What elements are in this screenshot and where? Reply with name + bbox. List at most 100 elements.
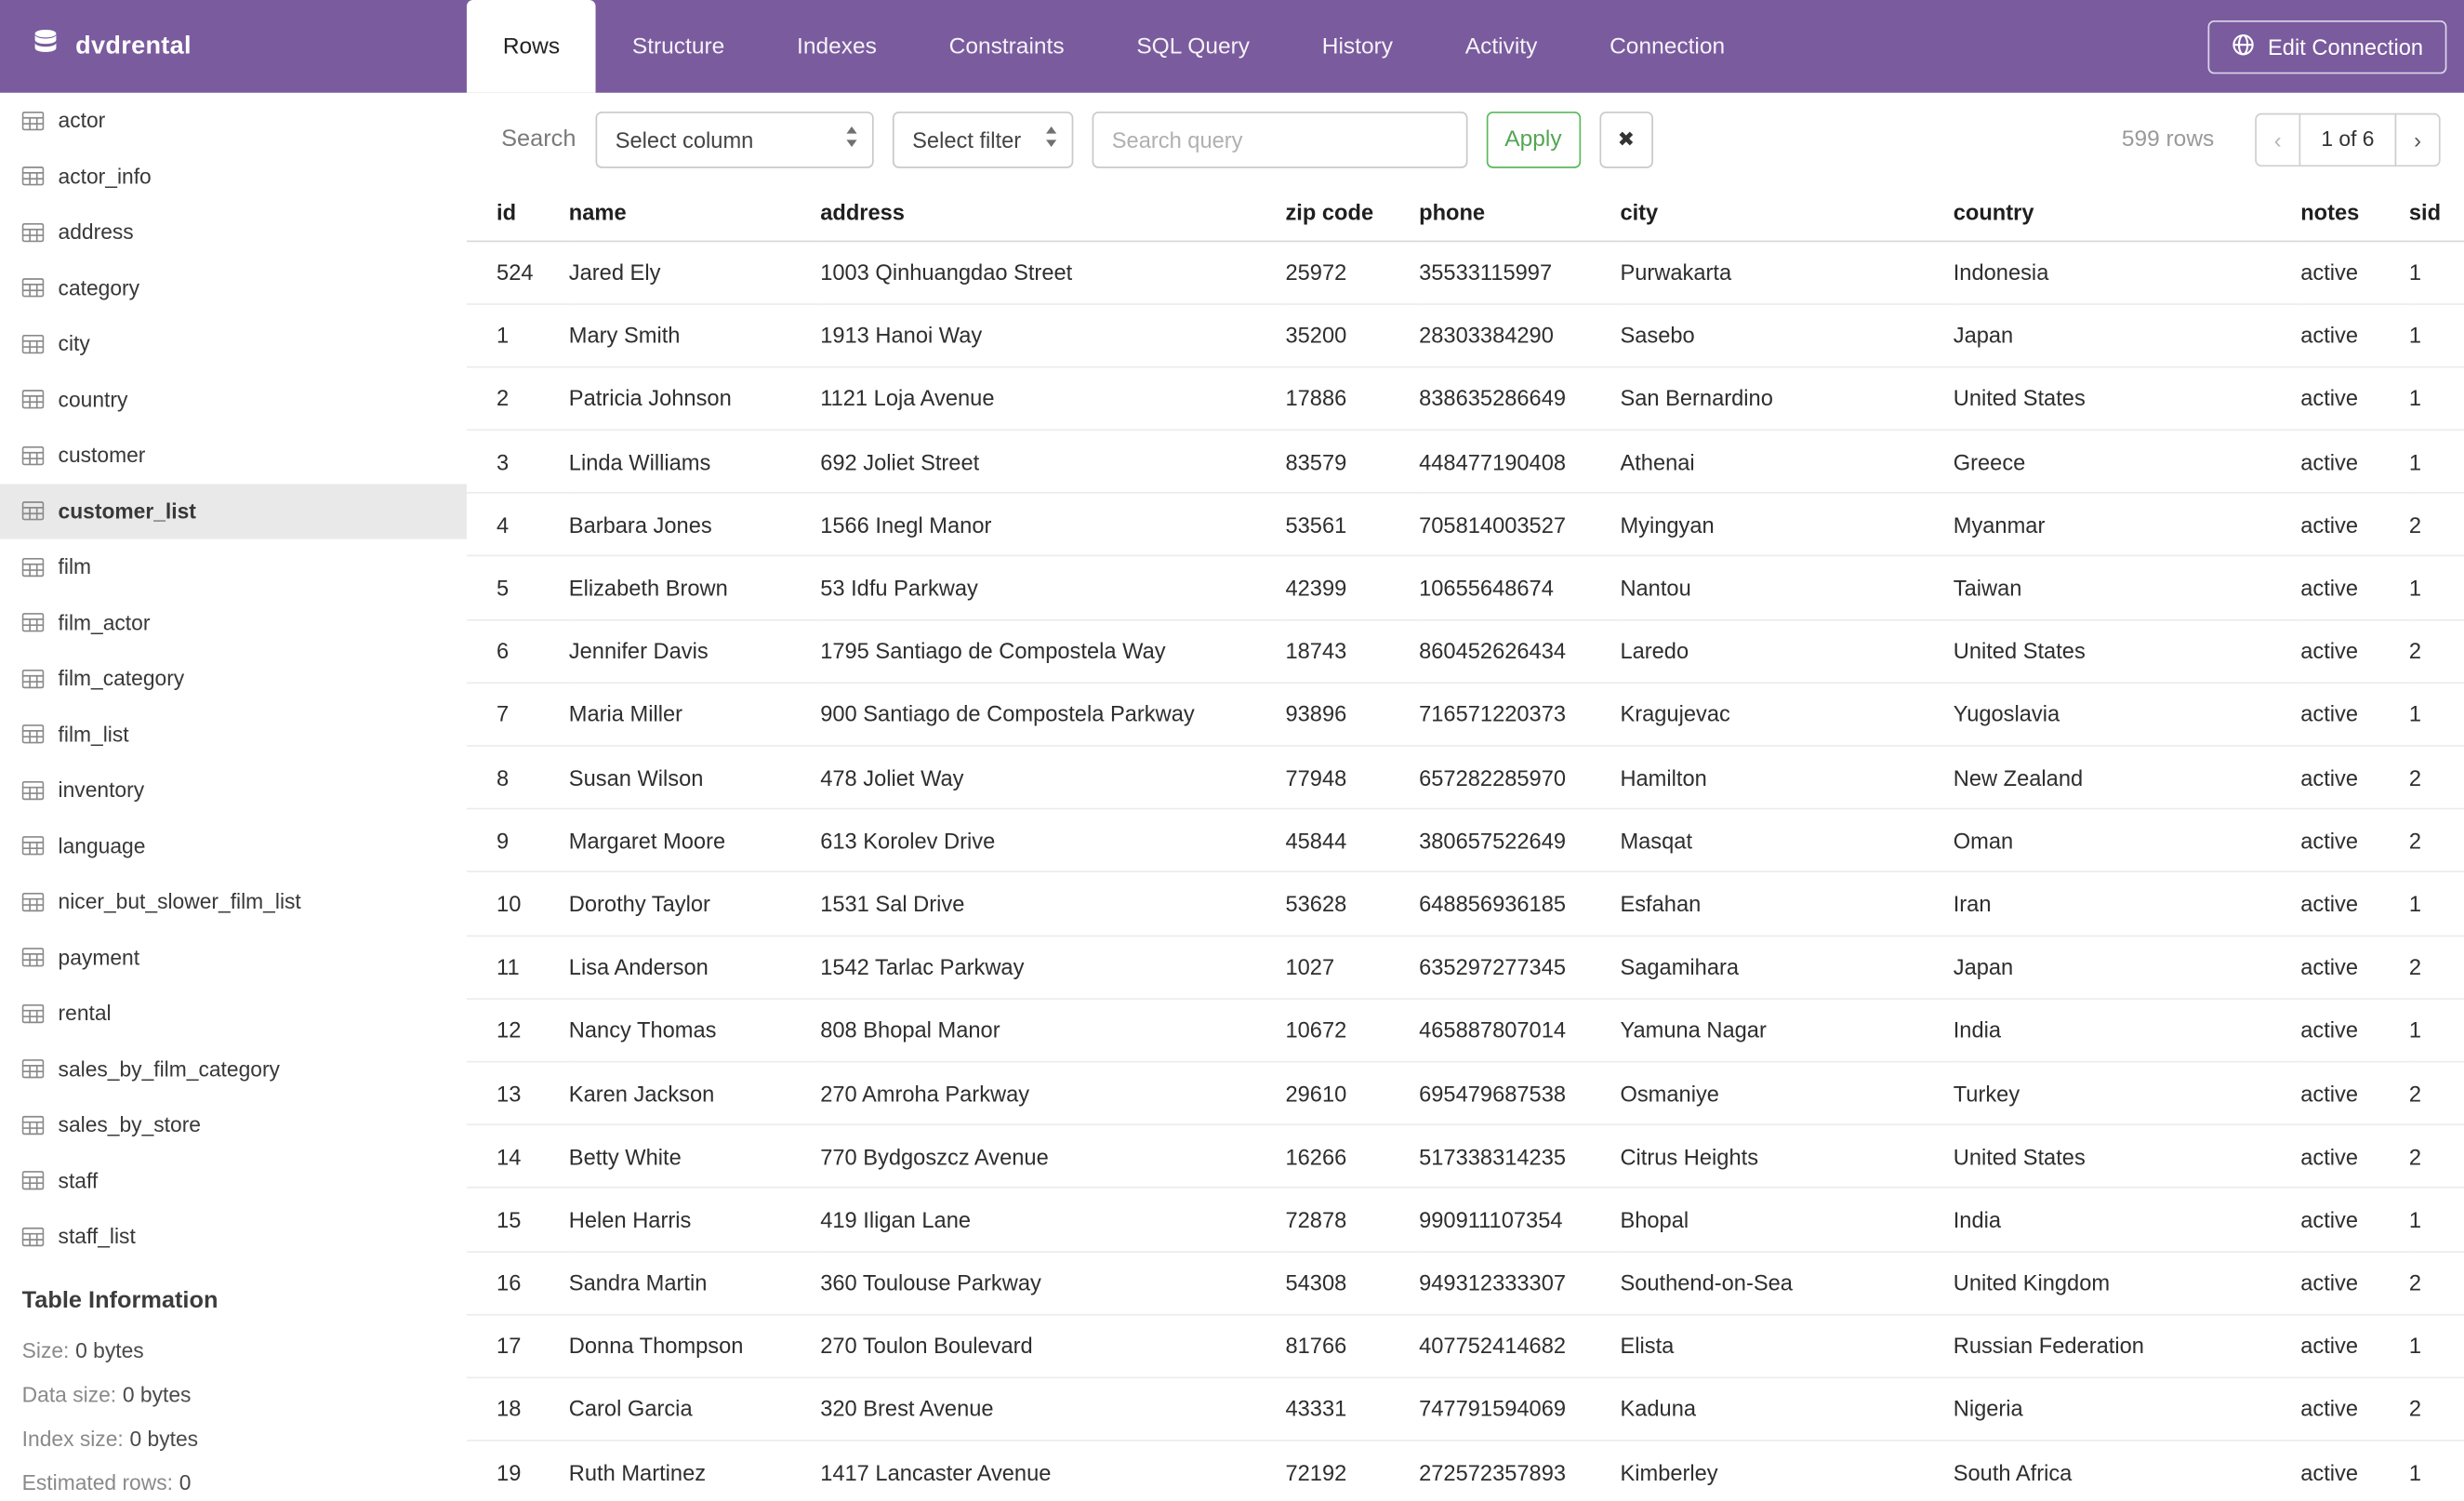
tab-indexes[interactable]: Indexes [761, 0, 913, 93]
table-row[interactable]: 12 Nancy Thomas 808 Bhopal Manor 10672 46588… [466, 998, 2464, 1063]
sidebar-item-nicer_but_slower_film_list[interactable]: nicer_but_slower_film_list [0, 874, 467, 930]
column-header-address[interactable]: address [820, 185, 1286, 242]
next-page-button[interactable]: › [2394, 112, 2441, 166]
column-header-zip-code[interactable]: zip code [1285, 185, 1420, 242]
edit-connection-button[interactable]: Edit Connection [2207, 20, 2447, 73]
table-cell: Turkey [1953, 1061, 2301, 1126]
sidebar-item-rental[interactable]: rental [0, 986, 467, 1042]
sidebar-item-staff_list[interactable]: staff_list [0, 1209, 467, 1265]
table-row[interactable]: 9 Margaret Moore 613 Korolev Drive 45844 380… [466, 808, 2464, 873]
table-icon [21, 948, 45, 967]
table-cell: Osmaniye [1620, 1061, 1954, 1126]
column-select[interactable]: Select column [594, 111, 873, 167]
tab-structure[interactable]: Structure [596, 0, 761, 93]
sidebar-item-label: customer [58, 444, 146, 468]
column-header-country[interactable]: country [1953, 185, 2301, 242]
table-cell: Maria Miller [568, 683, 821, 747]
sidebar-item-actor[interactable]: actor [0, 93, 467, 149]
table-row[interactable]: 11 Lisa Anderson 1542 Tarlac Parkway 1027 63… [466, 935, 2464, 1000]
sidebar-item-customer_list[interactable]: customer_list [0, 483, 467, 539]
table-cell: 93896 [1285, 683, 1420, 747]
sidebar-item-language[interactable]: language [0, 818, 467, 874]
sidebar-item-address[interactable]: address [0, 205, 467, 260]
sidebar-item-payment[interactable]: payment [0, 930, 467, 986]
sidebar-item-city[interactable]: city [0, 316, 467, 372]
table-row[interactable]: 7 Maria Miller 900 Santiago de Compostela … [466, 683, 2464, 747]
table-row[interactable]: 17 Donna Thompson 270 Toulon Boulevard 8176… [466, 1314, 2464, 1378]
table-cell: 77948 [1285, 745, 1420, 810]
column-header-name[interactable]: name [568, 185, 821, 242]
chevron-right-icon: › [2414, 126, 2422, 153]
table-info-label: Size: [21, 1338, 70, 1363]
sidebar-item-actor_info[interactable]: actor_info [0, 149, 467, 205]
table-row[interactable]: 18 Carol Garcia 320 Brest Avenue 43331 74779… [466, 1377, 2464, 1441]
table-row[interactable]: 10 Dorothy Taylor 1531 Sal Drive 53628 64885… [466, 871, 2464, 936]
column-header-notes[interactable]: notes [2300, 185, 2409, 242]
sidebar-item-film_actor[interactable]: film_actor [0, 595, 467, 651]
column-header-sid[interactable]: sid [2408, 185, 2464, 242]
table-info-value: 0 bytes [129, 1427, 199, 1451]
column-header-city[interactable]: city [1620, 185, 1954, 242]
table-cell: 2 [466, 366, 569, 432]
table-information-heading: Table Information [21, 1286, 219, 1314]
prev-page-button[interactable]: ‹ [2255, 112, 2301, 166]
sidebar-item-film[interactable]: film [0, 539, 467, 595]
tab-constraints[interactable]: Constraints [913, 0, 1101, 93]
sidebar-item-inventory[interactable]: inventory [0, 763, 467, 818]
filter-select[interactable]: Select filter [892, 111, 1073, 167]
table-cell: 42399 [1285, 556, 1420, 620]
tab-connection[interactable]: Connection [1573, 0, 1761, 93]
table-cell: 72192 [1285, 1441, 1420, 1501]
table-cell: Dorothy Taylor [568, 871, 821, 936]
table-row[interactable]: 2 Patricia Johnson 1121 Loja Avenue 17886 83… [466, 366, 2464, 432]
table-cell: 860452626434 [1419, 619, 1621, 684]
table-cell: 838635286649 [1419, 366, 1621, 432]
table-row[interactable]: 4 Barbara Jones 1566 Inegl Manor 53561 70581… [466, 493, 2464, 558]
tab-history[interactable]: History [1286, 0, 1429, 93]
table-row[interactable]: 6 Jennifer Davis 1795 Santiago de Composte… [466, 619, 2464, 684]
column-header-phone[interactable]: phone [1419, 185, 1621, 242]
table-cell: 10 [466, 871, 569, 936]
table-cell: 43331 [1285, 1377, 1420, 1441]
sidebar-item-film_list[interactable]: film_list [0, 707, 467, 763]
table-cell: 7 [466, 683, 569, 747]
table-cell: 1 [2408, 430, 2464, 495]
top-bar: dvdrental Rows Structure Indexes Constraint… [0, 0, 2464, 93]
sidebar-item-label: inventory [58, 777, 145, 803]
table-cell: Mary Smith [568, 303, 821, 368]
table-row[interactable]: 524 Jared Ely 1003 Qinhuangdao Street 25972… [466, 240, 2464, 305]
sidebar-item-country[interactable]: country [0, 372, 467, 428]
tab-rows[interactable]: Rows [466, 0, 596, 93]
search-query-input[interactable] [1091, 111, 1467, 167]
table-row[interactable]: 15 Helen Harris 419 Iligan Lane 72878 990911… [466, 1188, 2464, 1253]
table-row[interactable]: 1 Mary Smith 1913 Hanoi Way 35200 2830338429… [466, 303, 2464, 368]
table-cell: 613 Korolev Drive [820, 808, 1286, 873]
table-cell: Masqat [1620, 808, 1954, 873]
table-row[interactable]: 19 Ruth Martinez 1417 Lancaster Avenue 7219… [466, 1441, 2464, 1501]
table-info-row: Size: 0 bytes [22, 1329, 445, 1373]
database-name: dvdrental [75, 32, 192, 60]
sidebar-item-film_category[interactable]: film_category [0, 651, 467, 707]
sidebar-item-sales_by_store[interactable]: sales_by_store [0, 1097, 467, 1153]
table-row[interactable]: 3 Linda Williams 692 Joliet Street 83579 448… [466, 430, 2464, 495]
sidebar-item-staff[interactable]: staff [0, 1153, 467, 1209]
column-header-id[interactable]: id [466, 185, 569, 242]
apply-button[interactable]: Apply [1485, 111, 1581, 167]
table-row[interactable]: 8 Susan Wilson 478 Joliet Way 77948 65728228… [466, 745, 2464, 810]
tab-activity[interactable]: Activity [1429, 0, 1573, 93]
table-icon [21, 445, 45, 465]
table-cell: Southend-on-Sea [1620, 1251, 1954, 1316]
table-info-label: Data size: [21, 1383, 117, 1407]
table-cell: 53628 [1285, 871, 1420, 936]
tab-sql-query[interactable]: SQL Query [1100, 0, 1285, 93]
sidebar-item-category[interactable]: category [0, 260, 467, 316]
sidebar-item-customer[interactable]: customer [0, 428, 467, 484]
table-icon [21, 1003, 45, 1023]
clear-search-button[interactable]: ✖ [1599, 111, 1653, 167]
table-row[interactable]: 16 Sandra Martin 360 Toulouse Parkway 54308… [466, 1251, 2464, 1316]
table-icon [21, 278, 45, 298]
table-row[interactable]: 14 Betty White 770 Bydgoszcz Avenue 16266 51… [466, 1124, 2464, 1189]
table-row[interactable]: 5 Elizabeth Brown 53 Idfu Parkway 42399 1065… [466, 556, 2464, 620]
sidebar-item-sales_by_film_category[interactable]: sales_by_film_category [0, 1042, 467, 1097]
table-row[interactable]: 13 Karen Jackson 270 Amroha Parkway 29610 69… [466, 1061, 2464, 1126]
